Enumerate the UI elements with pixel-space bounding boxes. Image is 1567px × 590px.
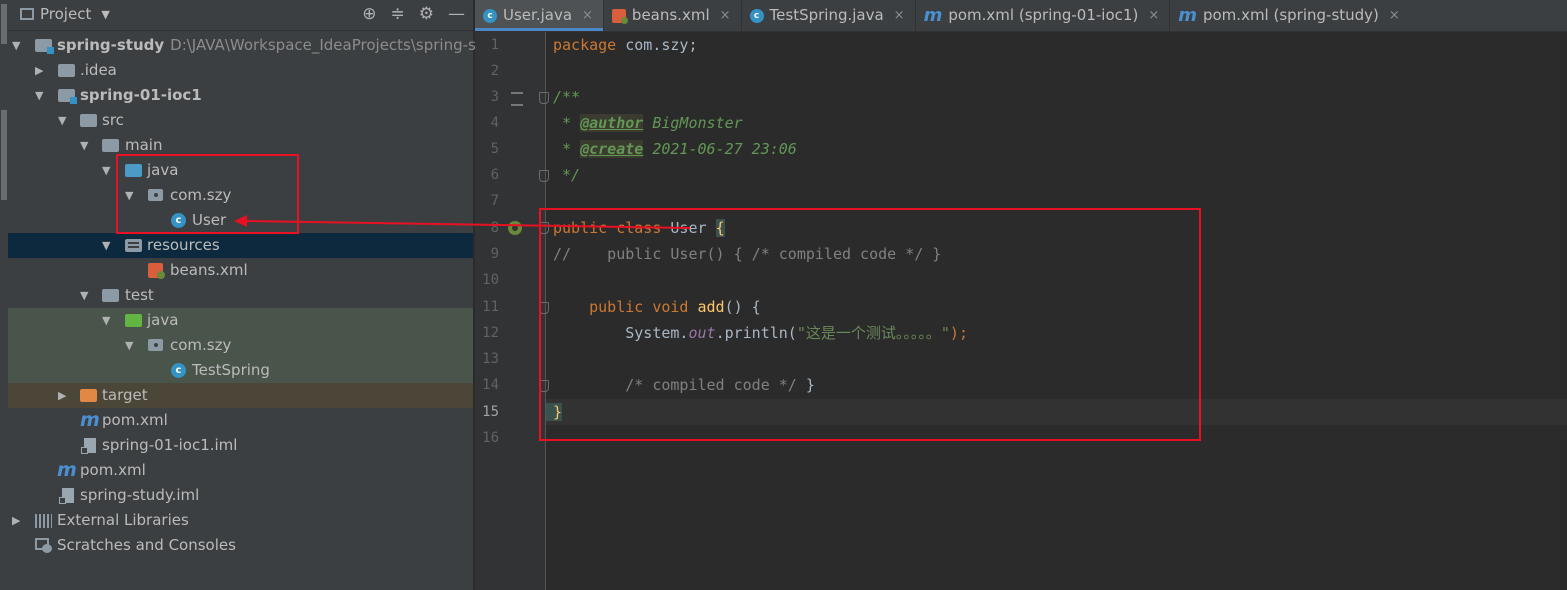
annotation-arrow [234, 215, 691, 229]
